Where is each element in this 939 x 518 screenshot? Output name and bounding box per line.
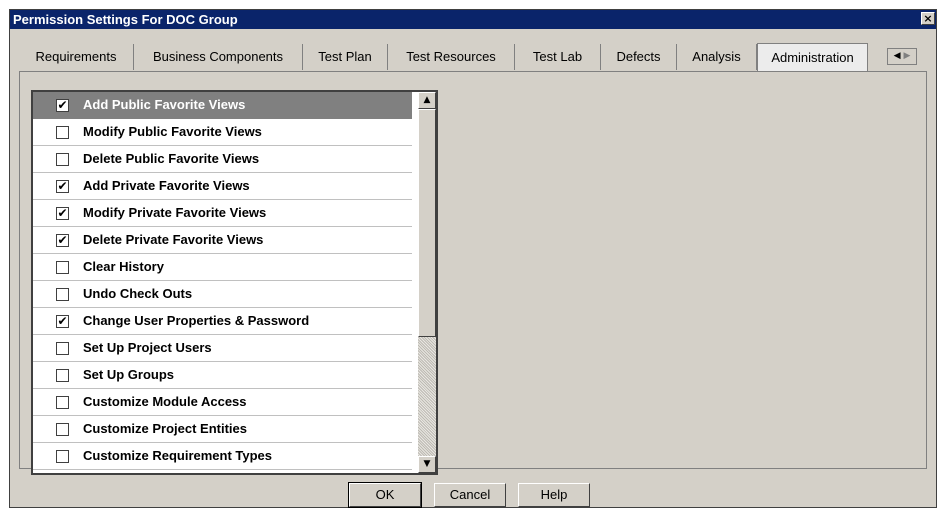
permission-label: Customize Module Access — [83, 394, 247, 409]
permission-label: Modify Private Favorite Views — [83, 205, 267, 220]
tab-test-resources[interactable]: Test Resources — [388, 44, 515, 70]
list-item[interactable]: ✔ Change User Properties & Password — [33, 308, 412, 335]
tab-bar: Requirements Business Components Test Pl… — [19, 43, 927, 71]
cancel-button[interactable]: Cancel — [434, 483, 506, 507]
tab-business-components[interactable]: Business Components — [134, 44, 303, 70]
permission-label: Add Private Favorite Views — [83, 178, 250, 193]
tab-scroll-right-icon[interactable]: ▶ — [903, 51, 910, 61]
ok-button[interactable]: OK — [348, 482, 422, 508]
tab-requirements[interactable]: Requirements — [19, 44, 134, 70]
checkbox[interactable] — [56, 288, 69, 301]
checkbox[interactable] — [56, 450, 69, 463]
help-button[interactable]: Help — [518, 483, 590, 507]
list-item[interactable]: ✔ Modify Private Favorite Views — [33, 200, 412, 227]
checkbox[interactable]: ✔ — [56, 207, 69, 220]
list-item[interactable]: ✔ Delete Private Favorite Views — [33, 227, 412, 254]
permission-label: Add Public Favorite Views — [83, 97, 246, 112]
permission-label: Modify Public Favorite Views — [83, 124, 262, 139]
checkbox[interactable]: ✔ — [56, 180, 69, 193]
list-item[interactable]: Set Up Project Users — [33, 335, 412, 362]
list-item[interactable]: Modify Public Favorite Views — [33, 119, 412, 146]
close-icon[interactable]: × — [921, 12, 935, 25]
window-title: Permission Settings For DOC Group — [13, 12, 238, 27]
permission-label: Set Up Groups — [83, 367, 175, 382]
title-bar: Permission Settings For DOC Group × — [10, 10, 936, 29]
checkbox[interactable] — [56, 261, 69, 274]
list-item[interactable]: Set Up Groups — [33, 362, 412, 389]
checkbox[interactable]: ✔ — [56, 234, 69, 247]
list-item[interactable]: Customize Module Access — [33, 389, 412, 416]
tab-analysis[interactable]: Analysis — [677, 44, 757, 70]
list-item[interactable]: Undo Check Outs — [33, 281, 412, 308]
checkbox[interactable] — [56, 126, 69, 139]
permission-label: Customize Project Entities — [83, 421, 247, 436]
list-item[interactable]: Customize Project Entities — [33, 416, 412, 443]
list-item[interactable]: ✔ Add Private Favorite Views — [33, 173, 412, 200]
permission-label: Set Up Project Users — [83, 340, 212, 355]
list-item[interactable]: Customize Requirement Types — [33, 443, 412, 470]
checkbox[interactable] — [56, 153, 69, 166]
checkbox[interactable]: ✔ — [56, 315, 69, 328]
tab-defects[interactable]: Defects — [601, 44, 677, 70]
checkbox[interactable] — [56, 396, 69, 409]
permission-label: Customize Requirement Types — [83, 448, 273, 463]
checkbox[interactable]: ✔ — [56, 99, 69, 112]
list-item[interactable]: Clear History — [33, 254, 412, 281]
permissions-list[interactable]: ✔ Add Public Favorite Views Modify Publi… — [31, 90, 438, 475]
scroll-up-icon[interactable]: ▲ — [418, 92, 436, 109]
tab-scroll-left-icon[interactable]: ◀ — [894, 51, 901, 61]
scroll-down-icon[interactable]: ▼ — [418, 456, 436, 473]
list-item[interactable]: Delete Public Favorite Views — [33, 146, 412, 173]
administration-panel: ✔ Add Public Favorite Views Modify Publi… — [19, 71, 927, 475]
tab-administration[interactable]: Administration — [757, 43, 868, 71]
permission-label: Change User Properties & Password — [83, 313, 310, 328]
permission-label: Delete Private Favorite Views — [83, 232, 264, 247]
permission-settings-dialog: Permission Settings For DOC Group × Requ… — [9, 9, 937, 508]
checkbox[interactable] — [56, 423, 69, 436]
checkbox[interactable] — [56, 342, 69, 355]
tab-test-plan[interactable]: Test Plan — [303, 44, 388, 70]
permission-label: Undo Check Outs — [83, 286, 193, 301]
scrollbar-thumb[interactable] — [418, 109, 436, 337]
tab-test-lab[interactable]: Test Lab — [515, 44, 601, 70]
vertical-scrollbar[interactable]: ▲ ▼ — [418, 92, 436, 473]
tab-scroll-control[interactable]: ◀ ▶ — [887, 48, 917, 65]
permission-label: Clear History — [83, 259, 164, 274]
checkbox[interactable] — [56, 369, 69, 382]
list-item[interactable]: ✔ Add Public Favorite Views — [33, 92, 412, 119]
permission-label: Delete Public Favorite Views — [83, 151, 260, 166]
